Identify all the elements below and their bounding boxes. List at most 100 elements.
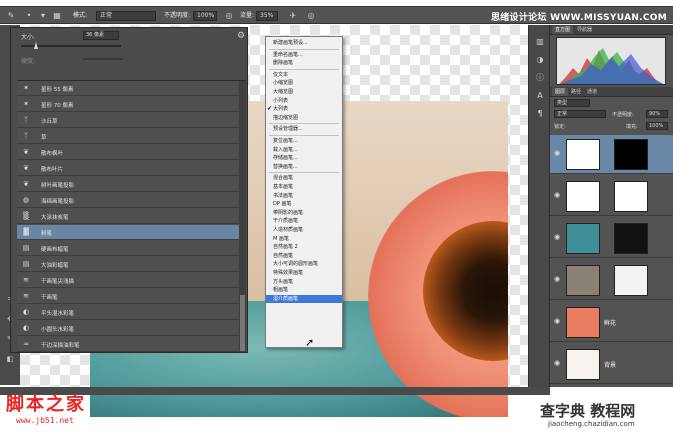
layer-row[interactable]: ◉: [550, 261, 673, 300]
site-watermark: 脚本之家: [6, 394, 86, 415]
pressure-opacity-icon[interactable]: ◎: [224, 11, 234, 21]
menu-item[interactable]: 仅文本: [266, 71, 342, 79]
scrollbar[interactable]: [239, 81, 246, 352]
pressure-size-icon[interactable]: ◎: [306, 11, 316, 21]
layer-row[interactable]: ◉ 背景: [550, 345, 673, 384]
brush-preset-row[interactable]: ᛉ 沙丘草: [17, 113, 239, 128]
menu-item[interactable]: 存储画笔...: [266, 154, 342, 162]
scrollbar-thumb[interactable]: [240, 295, 245, 351]
menu-item[interactable]: 特殊效果画笔: [266, 269, 342, 277]
menu-item[interactable]: 大缩览图: [266, 88, 342, 96]
brush-preset-row[interactable]: ✶ 星形 55 像素: [17, 81, 239, 96]
menu-item[interactable]: 混合画笔: [266, 174, 342, 182]
menu-item[interactable]: 湿介质画笔: [266, 294, 342, 303]
menu-item[interactable]: 带阴影的画笔: [266, 209, 342, 217]
brush-preset-row[interactable]: ▤ 大油彩蜡笔: [17, 257, 239, 272]
eye-icon[interactable]: ◉: [554, 317, 560, 325]
brush-preset-row[interactable]: ❦ 散布枫叶: [17, 145, 239, 160]
menu-item[interactable]: 新建画笔预设...: [266, 39, 342, 47]
layer-row[interactable]: ◉: [550, 135, 673, 174]
menu-item[interactable]: 替换画笔...: [266, 163, 342, 171]
menu-item[interactable]: 预设管理器...: [266, 125, 342, 133]
menu-item-label: 仅文本: [273, 71, 289, 78]
layer-mask-thumbnail[interactable]: [614, 265, 648, 296]
brush-preset-row[interactable]: ▤ 硬画布蜡笔: [17, 241, 239, 256]
histogram: [556, 37, 666, 85]
layer-opacity-field[interactable]: 90%: [646, 110, 668, 118]
menu-item[interactable]: 方头画笔: [266, 278, 342, 286]
blend-mode-select[interactable]: 正常: [554, 110, 606, 118]
gear-icon[interactable]: ⚙: [237, 31, 245, 41]
adjustments-icon[interactable]: ◑: [534, 55, 546, 65]
brush-panel-icon[interactable]: ▦: [52, 11, 62, 21]
menu-item[interactable]: 描边缩览图: [266, 114, 342, 122]
tab-navigator[interactable]: 导航器: [574, 26, 595, 34]
brush-preset-row[interactable]: ᛉ草: [17, 129, 239, 144]
menu-item-label: M 画笔: [273, 235, 289, 242]
brush-preset-row[interactable]: ≋ 干画笔: [17, 289, 239, 304]
tab-paths[interactable]: 路径: [568, 88, 584, 96]
layer-row[interactable]: ◉: [550, 219, 673, 258]
layer-row[interactable]: ◉ 鲜花: [550, 303, 673, 342]
layer-mask-thumbnail[interactable]: [614, 139, 648, 170]
tab-channels[interactable]: 通道: [584, 88, 600, 96]
brush-preset-row[interactable]: ✶ 星形 70 像素: [17, 97, 239, 112]
menu-item[interactable]: 人造材质画笔: [266, 226, 342, 234]
layer-row[interactable]: ◉: [550, 177, 673, 216]
paragraph-icon[interactable]: ¶: [534, 109, 546, 119]
fill-field[interactable]: 100%: [646, 122, 668, 130]
brush-preset-row[interactable]: ▓ 粉笔: [17, 225, 239, 240]
eye-icon[interactable]: ◉: [554, 149, 560, 157]
brush-preset-row[interactable]: ≈ 干边深描油彩笔: [17, 337, 239, 352]
brush-preset-row[interactable]: ◍ 海绵画笔投影: [17, 193, 239, 208]
info-icon[interactable]: ⓘ: [534, 73, 546, 83]
history-icon[interactable]: ▥: [534, 37, 546, 47]
airbrush-icon[interactable]: ✈: [288, 11, 298, 21]
brush-preset-row[interactable]: ❦ 散布叶片: [17, 161, 239, 176]
eraser-icon[interactable]: ◧: [5, 355, 15, 364]
size-field[interactable]: 36 像素: [83, 31, 119, 40]
menu-item[interactable]: 干介质画笔: [266, 217, 342, 225]
brush-tool-icon[interactable]: ✎: [6, 11, 16, 21]
menu-item[interactable]: 小列表: [266, 97, 342, 105]
menu-item-label: 预设管理器...: [273, 126, 303, 133]
menu-item[interactable]: 删除画笔: [266, 59, 342, 67]
mode-select[interactable]: 正常: [96, 11, 156, 21]
mode-label: 模式:: [73, 12, 88, 19]
opacity-field[interactable]: 100%: [193, 11, 217, 21]
menu-item[interactable]: 书法画笔: [266, 192, 342, 200]
menu-item[interactable]: 基本画笔: [266, 183, 342, 191]
kind-filter[interactable]: 类型: [554, 99, 590, 107]
character-icon[interactable]: A: [534, 91, 546, 101]
layer-mask-thumbnail[interactable]: [614, 223, 648, 254]
brush-star-icon: ✶: [23, 84, 29, 92]
eye-icon[interactable]: ◉: [554, 275, 560, 283]
menu-item[interactable]: 载入画笔...: [266, 146, 342, 154]
menu-item[interactable]: ✔ 大列表: [266, 105, 342, 113]
menu-item[interactable]: 自然画笔 2: [266, 243, 342, 251]
tab-layers[interactable]: 图层: [552, 88, 569, 96]
layer-mask-thumbnail[interactable]: [614, 181, 648, 212]
brush-preset-row[interactable]: ❦ 树叶画笔投影: [17, 177, 239, 192]
menu-item[interactable]: 小缩览图: [266, 79, 342, 87]
brush-preset-row[interactable]: ▒ 大涂抹炭笔: [17, 209, 239, 224]
flow-field[interactable]: 35%: [256, 11, 278, 21]
eye-icon[interactable]: ◉: [554, 359, 560, 367]
tab-histogram[interactable]: 直方图: [552, 26, 574, 34]
menu-item[interactable]: DP 画笔: [266, 200, 342, 208]
eye-icon[interactable]: ◉: [554, 191, 560, 199]
brush-size-icon[interactable]: •: [24, 11, 34, 21]
menu-item[interactable]: 复位画笔...: [266, 137, 342, 145]
brush-preset-row[interactable]: ≋ 干画笔尖浅描: [17, 273, 239, 288]
brush-preset-row[interactable]: ◐ 平头湿水彩笔: [17, 305, 239, 320]
histogram-tabs: 直方图 导航器: [550, 25, 673, 35]
menu-item[interactable]: 大小可调的圆形画笔: [266, 260, 342, 268]
eye-icon[interactable]: ◉: [554, 233, 560, 241]
menu-item[interactable]: 粗画笔: [266, 286, 342, 294]
brush-preset-row[interactable]: ◐ 小圆头水彩笔: [17, 321, 239, 336]
hardness-slider[interactable]: [83, 58, 123, 60]
menu-item[interactable]: 重命名画笔...: [266, 51, 342, 59]
chevron-down-icon[interactable]: ▾: [38, 11, 48, 21]
menu-item[interactable]: M 画笔: [266, 235, 342, 243]
menu-item[interactable]: 自然画笔: [266, 252, 342, 260]
